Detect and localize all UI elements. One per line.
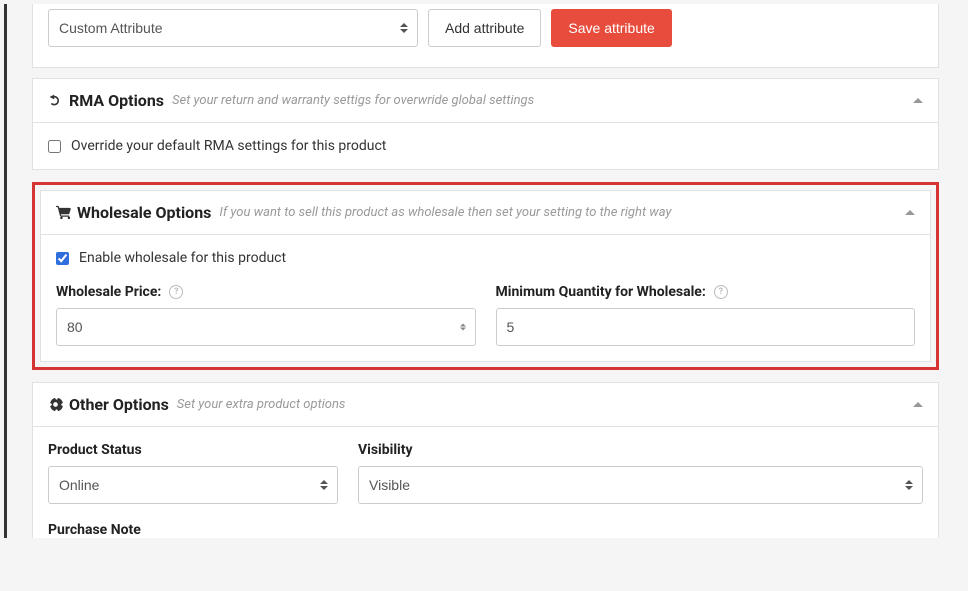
override-rma-checkbox[interactable] — [48, 140, 61, 153]
rma-subtitle: Set your return and warranty settigs for… — [172, 93, 534, 108]
help-icon[interactable]: ? — [714, 285, 728, 299]
wholesale-panel-body: Enable wholesale for this product Wholes… — [41, 235, 930, 361]
rma-panel-header[interactable]: RMA Options Set your return and warranty… — [33, 79, 938, 123]
product-status-select[interactable]: Online — [48, 466, 338, 504]
rma-title-text: RMA Options — [69, 91, 164, 110]
cart-icon — [56, 205, 71, 220]
rma-panel-body: Override your default RMA settings for t… — [33, 123, 938, 169]
chevron-up-icon[interactable] — [913, 402, 923, 407]
rma-panel-title: RMA Options — [48, 91, 164, 110]
other-options-panel: Other Options Set your extra product opt… — [32, 382, 939, 538]
chevron-up-icon[interactable] — [905, 210, 915, 215]
save-attribute-button[interactable]: Save attribute — [551, 9, 671, 47]
other-title-text: Other Options — [69, 395, 169, 414]
chevron-up-icon[interactable] — [913, 98, 923, 103]
wholesale-options-panel: Wholesale Options If you want to sell th… — [40, 190, 931, 362]
wholesale-highlight: Wholesale Options If you want to sell th… — [32, 182, 939, 370]
wholesale-panel-header[interactable]: Wholesale Options If you want to sell th… — [41, 191, 930, 235]
other-panel-body: Product Status Online Visibility Vi — [33, 427, 938, 538]
undo-icon — [48, 93, 63, 108]
visibility-select[interactable]: Visible — [358, 466, 923, 504]
help-icon[interactable]: ? — [169, 285, 183, 299]
rma-options-panel: RMA Options Set your return and warranty… — [32, 78, 939, 170]
attribute-type-select-wrap: Custom Attribute — [48, 9, 418, 47]
attribute-type-select[interactable]: Custom Attribute — [48, 9, 418, 47]
override-rma-label: Override your default RMA settings for t… — [71, 138, 386, 154]
wholesale-title-text: Wholesale Options — [77, 203, 211, 222]
wholesale-panel-title: Wholesale Options — [56, 203, 211, 222]
enable-wholesale-label: Enable wholesale for this product — [79, 250, 286, 266]
other-panel-title: Other Options — [48, 395, 169, 414]
wholesale-min-qty-input[interactable] — [496, 308, 916, 346]
visibility-label: Visibility — [358, 442, 923, 458]
attribute-toolbar: Custom Attribute Add attribute Save attr… — [32, 4, 939, 68]
add-attribute-button[interactable]: Add attribute — [428, 9, 541, 47]
wholesale-min-qty-label: Minimum Quantity for Wholesale: — [496, 284, 706, 300]
other-panel-header[interactable]: Other Options Set your extra product opt… — [33, 383, 938, 427]
product-status-label: Product Status — [48, 442, 338, 458]
purchase-note-label: Purchase Note — [48, 522, 923, 538]
enable-wholesale-checkbox[interactable] — [56, 252, 69, 265]
other-subtitle: Set your extra product options — [177, 397, 346, 412]
wholesale-price-input[interactable] — [56, 308, 476, 346]
wholesale-subtitle: If you want to sell this product as whol… — [219, 205, 671, 220]
gear-icon — [48, 397, 63, 412]
wholesale-price-label: Wholesale Price: — [56, 284, 161, 300]
